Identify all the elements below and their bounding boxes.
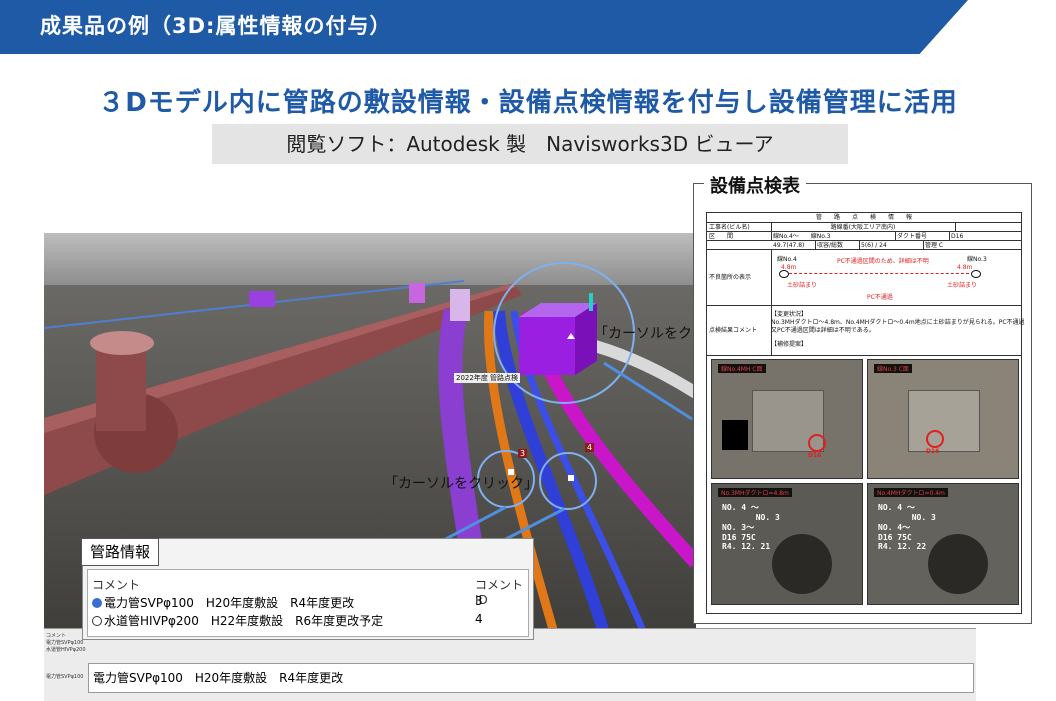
- table-row[interactable]: 水道管HIVPφ200 H22年度敷設 R6年度更改予定 4: [92, 612, 524, 628]
- defect-sand-1: 土砂詰まり: [787, 282, 818, 289]
- sheet-header: 管 路 点 検 情 報: [707, 213, 1021, 223]
- defect-line: [789, 273, 969, 274]
- inspection-sheet: 管 路 点 検 情 報 工事名(ビル名) 路線番(大阪エリア南内) 区 間 線N…: [706, 212, 1025, 614]
- table-row[interactable]: 電力管SVPφ100 H20年度敷設 R4年度更改 3: [92, 594, 524, 610]
- red-riser-top: [90, 331, 154, 355]
- defect-manhole-left-icon: [779, 270, 789, 278]
- label-section: 区 間: [707, 232, 772, 240]
- row-id: 3: [475, 594, 483, 608]
- pipe-info-panel: 管路情報 コメント コメント ID 電力管SVPφ100 H20年度敷設 R4年…: [81, 538, 534, 640]
- sheet-row-result: 点検結果コメント 【変更状況】 No.3MHダクトロ～4.8m、No.4MHダク…: [707, 306, 1025, 356]
- value-work: 路線番(大阪エリア南内): [771, 223, 956, 231]
- photo3-caption: No.3MHダクトロ=4.8m: [718, 488, 792, 497]
- sky: [44, 233, 696, 285]
- row-comment: 電力管SVPφ100 H20年度敷設 R4年度更改: [104, 596, 355, 610]
- cyan-pipe: [589, 293, 593, 311]
- title-banner: 成果品の例（3D:属性情報の付与）: [0, 0, 968, 54]
- scene-mark-3: 3: [518, 449, 528, 458]
- value-manager: 管理 C: [925, 242, 944, 249]
- value-section: 線No.4〜 線No.3: [771, 232, 896, 240]
- label-defect: 不良箇所の表示: [707, 250, 772, 305]
- value-length: 49.7(47.8): [771, 241, 816, 249]
- comment-icon: [92, 598, 102, 608]
- defect-note: PC不通過区間のため、詳細は不明: [837, 258, 929, 265]
- headline: ３Dモデル内に管路の敷設情報・設備点検情報を付与し設備管理に活用: [98, 88, 958, 118]
- label-work: 工事名(ビル名): [707, 223, 772, 231]
- scene-mark-4: 4: [585, 443, 595, 452]
- inspection-sheet-panel: 設備点検表 管 路 点 検 情 報 工事名(ビル名) 路線番(大阪エリア南内) …: [693, 172, 1032, 624]
- defect-dist-2: 4.8m: [957, 264, 973, 271]
- photo-manhole-1: 線No.4MH C面 D16: [711, 359, 863, 479]
- duct-panel-2: [908, 390, 980, 452]
- photo1-tag: D16: [808, 452, 822, 459]
- comment-status-field[interactable]: 電力管SVPφ100 H20年度敷設 R4年度更改: [88, 663, 974, 693]
- value-duct: D16: [951, 233, 964, 240]
- row-id: 4: [475, 612, 483, 626]
- inspection-title: 設備点検表: [704, 172, 806, 198]
- sheet-row-defect: 不良箇所の表示 線No.4 線No.3 PC不通過区間のため、詳細は不明 4.8…: [707, 250, 1021, 306]
- defect-sand-2: 土砂詰まり: [947, 282, 978, 289]
- manhole-box-2: [409, 283, 425, 303]
- label-duct: ダクト番号: [895, 232, 950, 240]
- software-label: 閲覧ソフト：Autodesk 製 Navisworks3D ビューア: [212, 124, 848, 164]
- comments-mini-list: コメント 電力管SVPφ100 水道管HIVPφ200 電力管SVPφ100: [46, 633, 86, 681]
- row-comment: 水道管HIVPφ200 H22年度敷設 R6年度更改予定: [104, 614, 384, 628]
- callout-label-top: 「カーソルをクリッ: [594, 326, 696, 342]
- pipe-info-tab[interactable]: 管路情報: [81, 538, 160, 566]
- comment-icon: [92, 616, 102, 626]
- photo-manhole-2: 線No.3 C面 D16: [867, 359, 1019, 479]
- manhole-box-1: [249, 291, 275, 307]
- photo1-caption: 線No.4MH C面: [718, 364, 766, 373]
- defect-pc: PC不通過: [867, 294, 893, 301]
- result-repair: 【補修提案】: [771, 341, 808, 348]
- mini-line[interactable]: 電力管SVPφ100: [46, 640, 86, 647]
- scene-tag: 2022年度 管路点検: [454, 373, 521, 383]
- mini-line: コメント: [46, 633, 67, 639]
- defect-left: 線No.4: [777, 256, 797, 263]
- banner-title: 成果品の例（3D:属性情報の付与）: [40, 14, 392, 38]
- sheet-row-section: 区 間 線No.4〜 線No.3 ダクト番号 D16: [707, 232, 1021, 241]
- photo2-target-icon: [926, 430, 944, 448]
- photo3-text: NO. 4 ～ NO. 3 NO. 3～ D16 75C R4. 12. 21: [722, 503, 780, 551]
- photo1-target-icon: [808, 434, 826, 452]
- photo4-caption: No.4MHダクトロ=0.4m: [874, 488, 948, 497]
- photo-duct-4: No.4MHダクトロ=0.4m NO. 4 ～ NO. 3 NO. 4～ D16…: [867, 483, 1019, 605]
- photo-duct-3: No.3MHダクトロ=4.8m NO. 4 ～ NO. 3 NO. 3～ D16…: [711, 483, 863, 605]
- manhole-box-3: [450, 289, 470, 321]
- mini-line[interactable]: 水道管HIVPφ200: [46, 647, 86, 654]
- defect-right: 線No.3: [967, 256, 987, 263]
- label-capacity: 収容/総数: [815, 241, 860, 249]
- duct-hole-3: [772, 534, 832, 594]
- value-capacity: 5(6) / 24: [859, 241, 924, 249]
- mini-line[interactable]: 電力管SVPφ100: [46, 674, 86, 681]
- cursor-marker-right: [568, 475, 574, 481]
- photo2-tag: D16: [926, 448, 940, 455]
- photo4-text: NO. 4 ～ NO. 3 NO. 4～ D16 75C R4. 12. 22: [878, 503, 936, 551]
- manhole-box-main: [519, 317, 575, 375]
- sheet-row-work: 工事名(ビル名) 路線番(大阪エリア南内): [707, 223, 1021, 232]
- photo2-caption: 線No.3 C面: [874, 364, 912, 373]
- callout-label-left: 「カーソルをクリック」: [384, 476, 538, 492]
- defect-manhole-right-icon: [971, 270, 981, 278]
- result-line-2: 又PC不通過区間は詳細は不明である。: [771, 327, 875, 334]
- pipe-info-table: コメント コメント ID 電力管SVPφ100 H20年度敷設 R4年度更改 3…: [87, 569, 529, 637]
- column-header-comment[interactable]: コメント: [92, 576, 140, 593]
- sheet-row-length: 49.7(47.8) 収容/総数 5(6) / 24 管理 C: [707, 241, 1021, 250]
- red-riser: [96, 343, 146, 431]
- photo1-redaction: [722, 420, 748, 450]
- label-result: 点検結果コメント: [707, 306, 772, 355]
- duct-hole-4: [928, 534, 988, 594]
